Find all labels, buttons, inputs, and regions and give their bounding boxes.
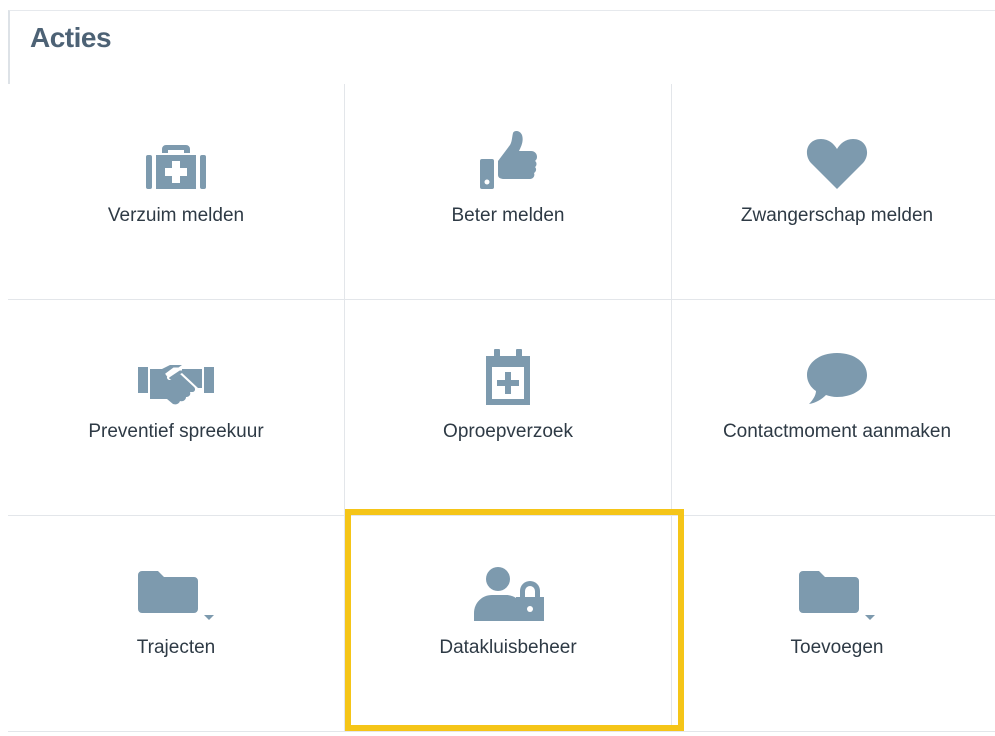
tile-preventief-spreekuur[interactable]: Preventief spreekuur — [8, 300, 345, 516]
tile-label: Trajecten — [136, 637, 216, 658]
tile-contactmoment-aanmaken[interactable]: Contactmoment aanmaken — [672, 300, 995, 516]
tile-oproepverzoek[interactable]: Oproepverzoek — [345, 300, 672, 516]
heart-icon — [806, 139, 868, 189]
tile-label: Oproepverzoek — [443, 421, 573, 442]
thumbs-up-icon — [480, 130, 537, 189]
tile-label: Datakluisbeheer — [439, 637, 577, 658]
tile-label: Preventief spreekuur — [88, 421, 264, 442]
handshake-icon — [138, 365, 214, 405]
tile-toevoegen[interactable]: Toevoegen — [672, 516, 995, 732]
tile-label: Verzuim melden — [107, 205, 245, 226]
medkit-icon — [146, 145, 206, 189]
tile-beter-melden[interactable]: Beter melden — [345, 84, 672, 300]
panel-title: Acties — [30, 22, 112, 53]
user-lock-icon — [474, 567, 544, 621]
actions-grid: Verzuim melden Beter melden Zwangerschap… — [8, 84, 995, 732]
tile-datakluisbeheer[interactable]: Datakluisbeheer — [345, 516, 672, 732]
tile-trajecten[interactable]: Trajecten — [8, 516, 345, 732]
folder-dropdown-icon — [138, 571, 214, 620]
tile-verzuim-melden[interactable]: Verzuim melden — [8, 84, 345, 300]
folder-dropdown-icon — [799, 571, 875, 620]
tile-zwangerschap-melden[interactable]: Zwangerschap melden — [672, 84, 995, 300]
tile-label: Beter melden — [451, 205, 565, 226]
tile-label: Zwangerschap melden — [740, 205, 934, 226]
speech-bubble-icon — [807, 353, 867, 404]
calendar-plus-icon — [486, 349, 530, 405]
tile-label: Contactmoment aanmaken — [722, 421, 952, 442]
tile-label: Toevoegen — [790, 637, 884, 658]
